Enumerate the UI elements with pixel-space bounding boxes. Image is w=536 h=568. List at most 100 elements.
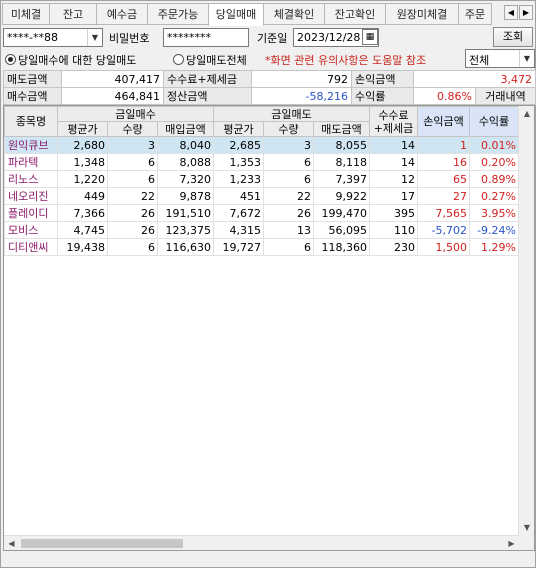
return-value: 0.86%	[413, 87, 476, 105]
tab-unfilled[interactable]: 미체결	[2, 3, 50, 25]
summary-table: 매도금액 407,417 수수료+제세금 792 손익금액 3,472 매수금액…	[3, 70, 536, 105]
account-select[interactable]: ****-**88 ▼	[3, 28, 103, 47]
cell-sell-avg: 7,672	[213, 204, 264, 222]
table-row[interactable]: 리노스 1,220 6 7,320 1,233 6 7,397 12 65 0.89%	[4, 170, 519, 188]
cell-sell-qty: 13	[263, 221, 314, 239]
col-sell-amt-header[interactable]: 매도금액	[313, 121, 370, 137]
col-pl-header[interactable]: 손익금액	[417, 106, 470, 137]
table-row[interactable]: 디티앤씨 19,438 6 116,630 19,727 6 118,360 230 1,500…	[4, 238, 519, 256]
scroll-right-icon[interactable]: ▶	[504, 536, 519, 550]
cell-pl: 27	[417, 187, 470, 205]
tab-fill-check[interactable]: 체결확인	[263, 3, 325, 25]
radio-buy-sell-label: 당일매수에 대한 당일매도	[18, 54, 137, 67]
horizontal-scrollbar[interactable]: ◀ ▶	[4, 535, 519, 550]
radio-sell-all-option[interactable]: 당일매도전체	[173, 52, 247, 68]
cell-sell-avg: 1,353	[213, 153, 264, 171]
cell-sell-qty: 26	[263, 204, 314, 222]
scroll-left-icon[interactable]: ◀	[4, 536, 19, 550]
cell-name: 플레이디	[4, 204, 58, 222]
search-button[interactable]: 조회	[493, 27, 533, 47]
cell-buy-amt: 123,375	[157, 221, 214, 239]
cell-fee: 110	[369, 221, 418, 239]
col-buy-amt-header[interactable]: 매입금액	[157, 121, 214, 137]
chevron-down-icon[interactable]: ▼	[519, 50, 534, 67]
tab-ledger-unfilled[interactable]: 원장미체결	[385, 3, 459, 25]
cell-rate: 0.01%	[469, 136, 519, 154]
tab-nav: ◀ ▶	[503, 5, 533, 20]
password-field[interactable]: ********	[163, 28, 249, 47]
cell-pl: 16	[417, 153, 470, 171]
table-row[interactable]: 모비스 4,745 26 123,375 4,315 13 56,095 110 -5,702-…	[4, 221, 519, 239]
cell-pl: 1,500	[417, 238, 470, 256]
col-sell-group-header: 금일매도	[213, 106, 370, 122]
cell-sell-amt: 9,922	[313, 187, 370, 205]
cell-name: 네오리진	[4, 187, 58, 205]
cell-name: 디티앤씨	[4, 238, 58, 256]
cell-rate: 0.20%	[469, 153, 519, 171]
help-notice: *화면 관련 유의사항은 도움말 참조	[265, 54, 427, 67]
cell-buy-amt: 7,320	[157, 170, 214, 188]
tab-order[interactable]: 주문	[458, 3, 492, 25]
col-sell-avg-header[interactable]: 평균가	[213, 121, 264, 137]
cell-buy-avg: 4,745	[57, 221, 108, 239]
cell-buy-amt: 116,630	[157, 238, 214, 256]
tab-orderable[interactable]: 주문가능	[147, 3, 209, 25]
tab-balance[interactable]: 잔고	[49, 3, 97, 25]
table-row[interactable]: 네오리진 449 22 9,878 451 22 9,922 17 27 0.27%	[4, 187, 519, 205]
calendar-icon[interactable]: ▦	[362, 29, 378, 45]
tab-deposit[interactable]: 예수금	[96, 3, 148, 25]
settle-label: 정산금액	[163, 87, 252, 105]
radio-checked-icon[interactable]	[5, 54, 16, 65]
col-buy-avg-header[interactable]: 평균가	[57, 121, 108, 137]
cell-fee: 14	[369, 153, 418, 171]
vertical-scrollbar[interactable]: ▲ ▼	[518, 106, 534, 550]
cell-sell-qty: 6	[263, 238, 314, 256]
col-sell-qty-header[interactable]: 수량	[263, 121, 314, 137]
cell-buy-avg: 449	[57, 187, 108, 205]
cell-sell-avg: 2,685	[213, 136, 264, 154]
base-date-value: 2023/12/28	[297, 31, 361, 44]
table-row[interactable]: 원익큐브 2,680 3 8,040 2,685 3 8,055 14 1 0.01%	[4, 136, 519, 154]
cell-buy-amt: 8,088	[157, 153, 214, 171]
account-value: ****-**88	[7, 31, 58, 44]
summary-row-sell: 매도금액 407,417 수수료+제세금 792 손익금액 3,472	[3, 70, 536, 88]
table-row[interactable]: 플레이디 7,366 26 191,510 7,672 26 199,470 395 7,565…	[4, 204, 519, 222]
scroll-up-icon[interactable]: ▲	[519, 106, 534, 122]
cell-buy-amt: 9,878	[157, 187, 214, 205]
cell-sell-amt: 8,055	[313, 136, 370, 154]
cell-pl: 1	[417, 136, 470, 154]
tab-scroll-right-icon[interactable]: ▶	[519, 5, 533, 20]
pl-label: 손익금액	[351, 70, 414, 88]
radio-unchecked-icon[interactable]	[173, 54, 184, 65]
filter-select[interactable]: 전체 ▼	[465, 49, 535, 68]
cell-name: 리노스	[4, 170, 58, 188]
cell-sell-avg: 19,727	[213, 238, 264, 256]
options-bar: 당일매수에 대한 당일매도 당일매도전체 *화면 관련 유의사항은 도움말 참조…	[3, 49, 535, 69]
trade-table: 종목명 금일매수 금일매도 수수료 +제세금 손익금액 수익률 평균가 수량 매…	[4, 106, 519, 256]
scroll-thumb[interactable]	[21, 539, 183, 548]
cell-rate: -9.24%	[469, 221, 519, 239]
scroll-down-icon[interactable]: ▼	[519, 520, 534, 536]
col-rate-header[interactable]: 수익률	[469, 106, 519, 137]
tab-scroll-left-icon[interactable]: ◀	[504, 5, 518, 20]
tab-balance-check[interactable]: 잔고확인	[324, 3, 386, 25]
col-name-header[interactable]: 종목명	[4, 106, 58, 137]
settle-value: -58,216	[251, 87, 352, 105]
fee-tax-label: 수수료+제세금	[163, 70, 252, 88]
filter-value: 전체	[469, 54, 490, 67]
col-buy-qty-header[interactable]: 수량	[107, 121, 158, 137]
tab-strip: 미체결 잔고 예수금 주문가능 당일매매 체결확인 잔고확인 원장미체결 주문	[2, 3, 536, 26]
history-button[interactable]: 거래내역	[475, 87, 536, 105]
trade-grid[interactable]: 종목명 금일매수 금일매도 수수료 +제세금 손익금액 수익률 평균가 수량 매…	[3, 105, 535, 551]
cell-sell-qty: 22	[263, 187, 314, 205]
cell-buy-qty: 26	[107, 204, 158, 222]
cell-sell-amt: 118,360	[313, 238, 370, 256]
chevron-down-icon[interactable]: ▼	[87, 29, 102, 46]
table-row[interactable]: 파라텍 1,348 6 8,088 1,353 6 8,118 14 16 0.20%	[4, 153, 519, 171]
tab-daily-trade[interactable]: 당일매매	[208, 3, 264, 26]
cell-buy-avg: 1,348	[57, 153, 108, 171]
cell-pl: 65	[417, 170, 470, 188]
radio-buy-sell-option[interactable]: 당일매수에 대한 당일매도	[5, 52, 136, 68]
col-fee-header[interactable]: 수수료 +제세금	[369, 106, 418, 137]
grid-header-group: 종목명 금일매수 금일매도 수수료 +제세금 손익금액 수익률	[4, 106, 519, 137]
